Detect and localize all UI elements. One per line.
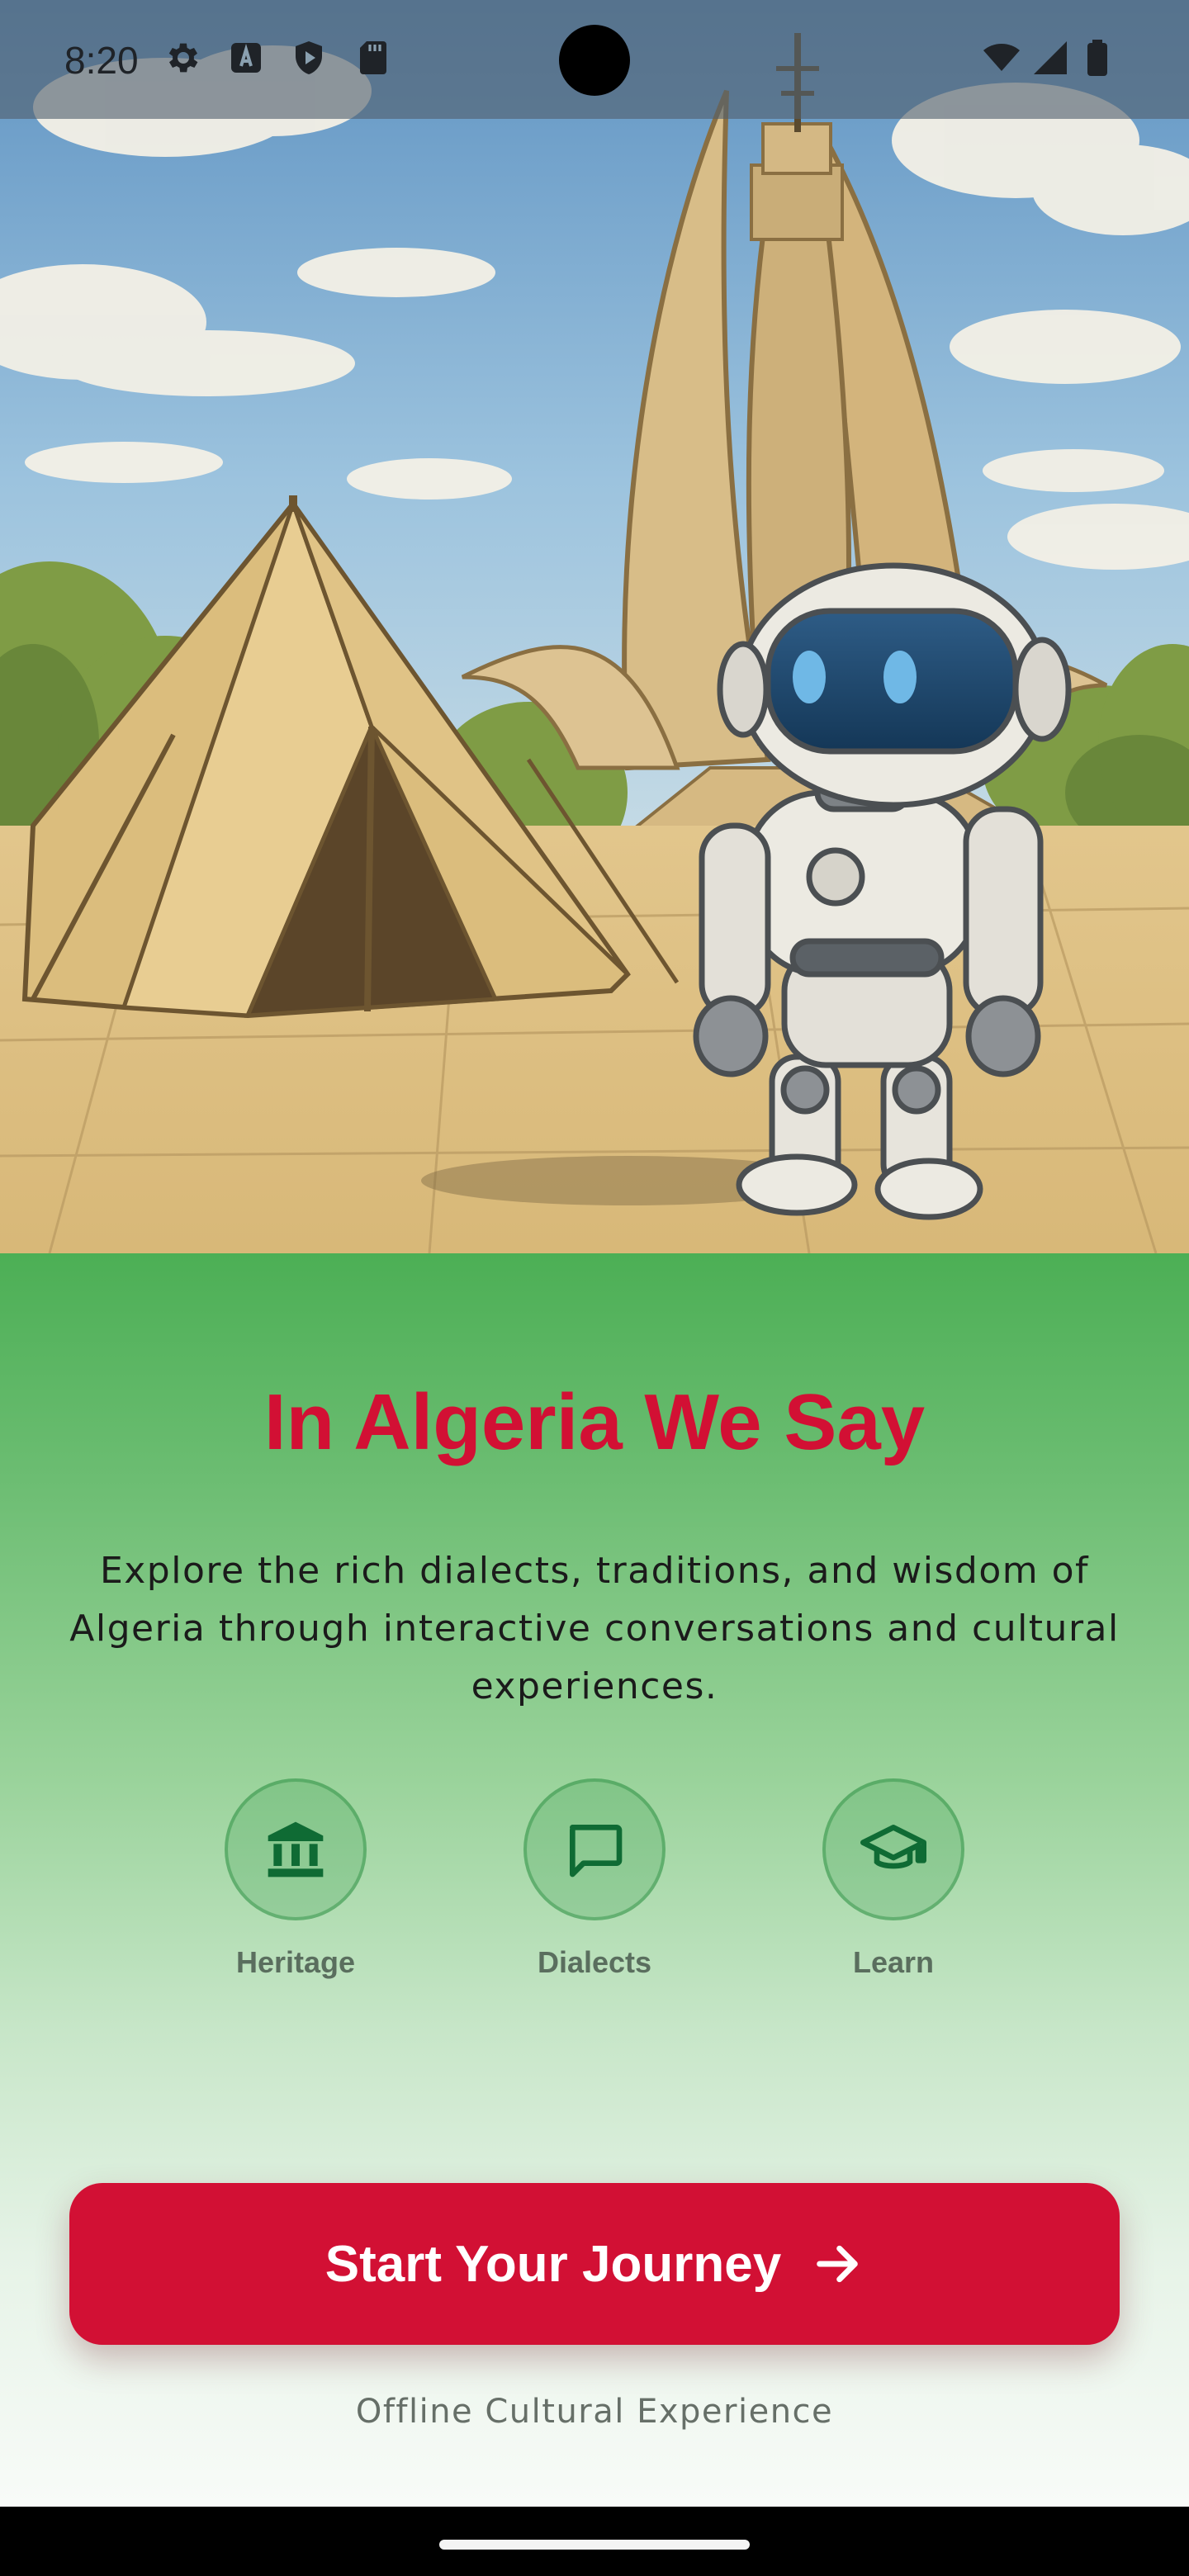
graduation-cap-icon: [860, 1825, 926, 1869]
feature-learn-label: Learn: [852, 1945, 935, 1979]
home-gesture-handle[interactable]: [439, 2540, 750, 2550]
museum-icon: [268, 1821, 324, 1878]
battery-icon: [1087, 40, 1107, 76]
feature-learn-badge[interactable]: [822, 1778, 964, 1920]
app-title: In Algeria We Say: [263, 1378, 926, 1466]
feature-dialects-label: Dialects: [537, 1945, 652, 1979]
start-journey-label: Start Your Journey: [324, 2235, 782, 2293]
sd-card-icon: [360, 41, 386, 74]
gear-icon: [168, 43, 198, 73]
status-time: 8:20: [64, 39, 139, 82]
app-screen: 8:20 In Algeria We Say Explore the rich …: [0, 0, 1189, 2576]
cell-signal-icon: [1034, 41, 1067, 74]
feature-heritage[interactable]: Heritage: [188, 1778, 403, 1980]
chat-bubble-icon: [570, 1825, 623, 1878]
footer-tagline: Offline Cultural Experience: [355, 2393, 834, 2431]
shield-play-icon: [296, 41, 322, 74]
feature-heritage-label: Heritage: [235, 1945, 356, 1979]
feature-dialects[interactable]: Dialects: [487, 1778, 702, 1980]
arrow-right-icon: [817, 2245, 859, 2283]
camera-cutout: [559, 25, 630, 96]
welcome-panel: In Algeria We Say Explore the rich diale…: [0, 1253, 1189, 2507]
navigation-bar: [0, 2507, 1189, 2576]
feature-dialects-badge[interactable]: [523, 1778, 666, 1920]
start-journey-button[interactable]: Start Your Journey: [69, 2183, 1120, 2345]
wifi-icon: [983, 44, 1020, 71]
status-bar: 8:20: [0, 0, 1189, 119]
feature-heritage-badge[interactable]: [225, 1778, 367, 1920]
feature-learn[interactable]: Learn: [786, 1778, 1001, 1980]
hero-illustration: [0, 0, 1189, 1253]
app-description: Explore the rich dialects, traditions, a…: [69, 1550, 1120, 1707]
font-app-icon: [231, 43, 261, 73]
